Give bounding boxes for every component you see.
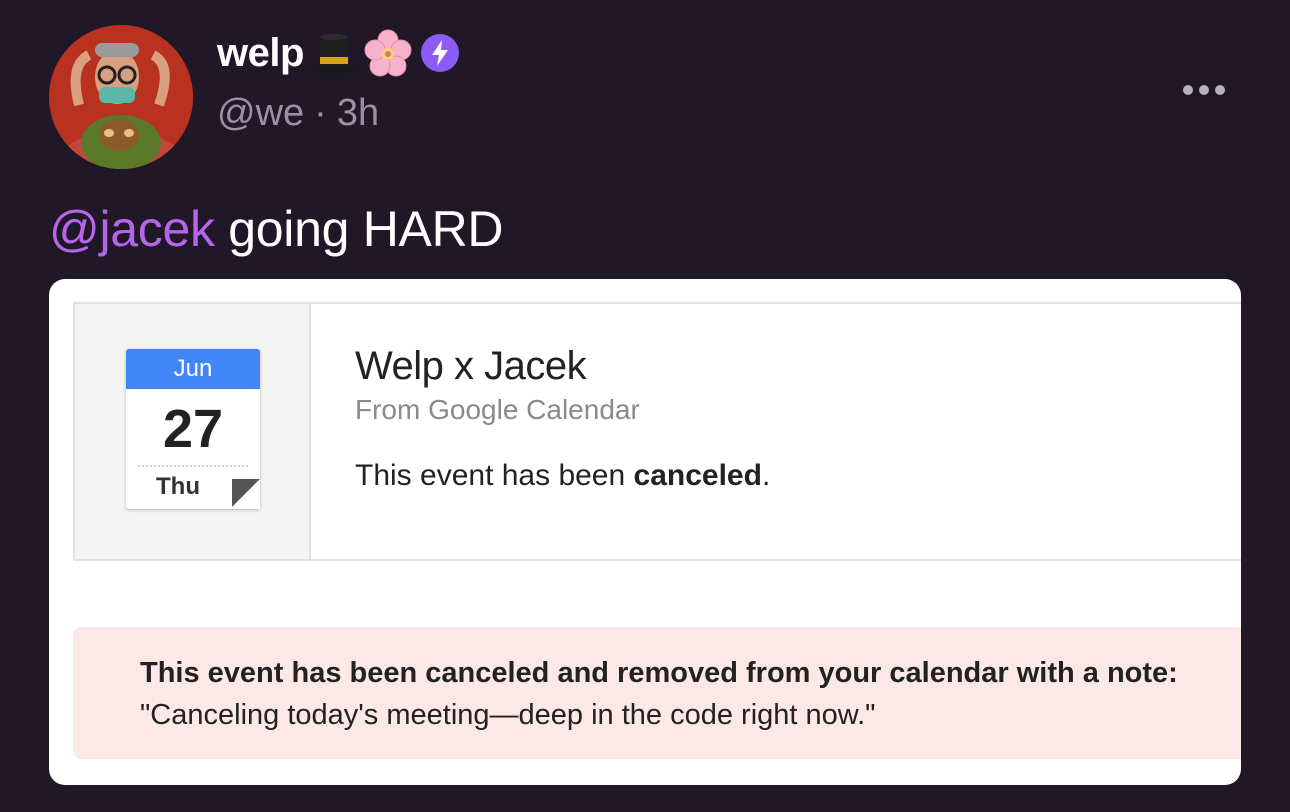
more-dot: [1183, 85, 1193, 95]
name-row: welp: [217, 28, 460, 78]
calendar-icon: Jun 27 Thu: [126, 349, 260, 509]
user-handle[interactable]: @we: [217, 92, 304, 135]
post-meta: @we · 3h: [217, 92, 379, 135]
calendar-divider: [138, 465, 248, 467]
cherry-blossom-emoji: [364, 29, 412, 77]
event-status-suffix: .: [761, 459, 771, 492]
page-fold-icon: [228, 479, 260, 509]
calendar-month: Jun: [126, 349, 260, 389]
avatar[interactable]: [49, 25, 193, 169]
post-image[interactable]: Jun 27 Thu Welp x Jacek From Google Cale…: [49, 279, 1241, 785]
note-text: "Canceling today's meeting—deep in the c…: [140, 699, 876, 731]
event-title: Welp x Jacek: [355, 344, 587, 388]
event-status: This event has been canceled.: [355, 459, 770, 493]
calendar-date-panel: Jun 27 Thu: [75, 304, 311, 559]
meta-separator: ·: [314, 92, 327, 134]
post-body-text: going HARD: [214, 201, 504, 257]
event-source: From Google Calendar: [355, 394, 640, 425]
post-text: @jacek going HARD: [49, 200, 503, 258]
post: welp @we · 3h @jacek going HARD Jun 27 T…: [0, 0, 1290, 812]
event-status-prefix: This event has been: [355, 459, 634, 492]
more-dot: [1215, 85, 1225, 95]
display-name[interactable]: welp: [217, 31, 304, 76]
calendar-event-card: Jun 27 Thu Welp x Jacek From Google Cale…: [73, 302, 1241, 561]
post-time[interactable]: 3h: [337, 92, 379, 135]
cancellation-note: This event has been canceled and removed…: [73, 627, 1241, 759]
top-hat-emoji: [310, 29, 358, 77]
more-dot: [1199, 85, 1209, 95]
note-heading: This event has been canceled and removed…: [140, 657, 1178, 689]
mention-link[interactable]: @jacek: [49, 201, 215, 257]
event-status-bold: canceled: [633, 459, 762, 492]
more-options-icon[interactable]: [1180, 80, 1228, 100]
event-details: Welp x Jacek From Google Calendar This e…: [311, 304, 1241, 559]
calendar-day: 27: [162, 399, 224, 459]
lightning-badge-icon: [420, 33, 460, 73]
